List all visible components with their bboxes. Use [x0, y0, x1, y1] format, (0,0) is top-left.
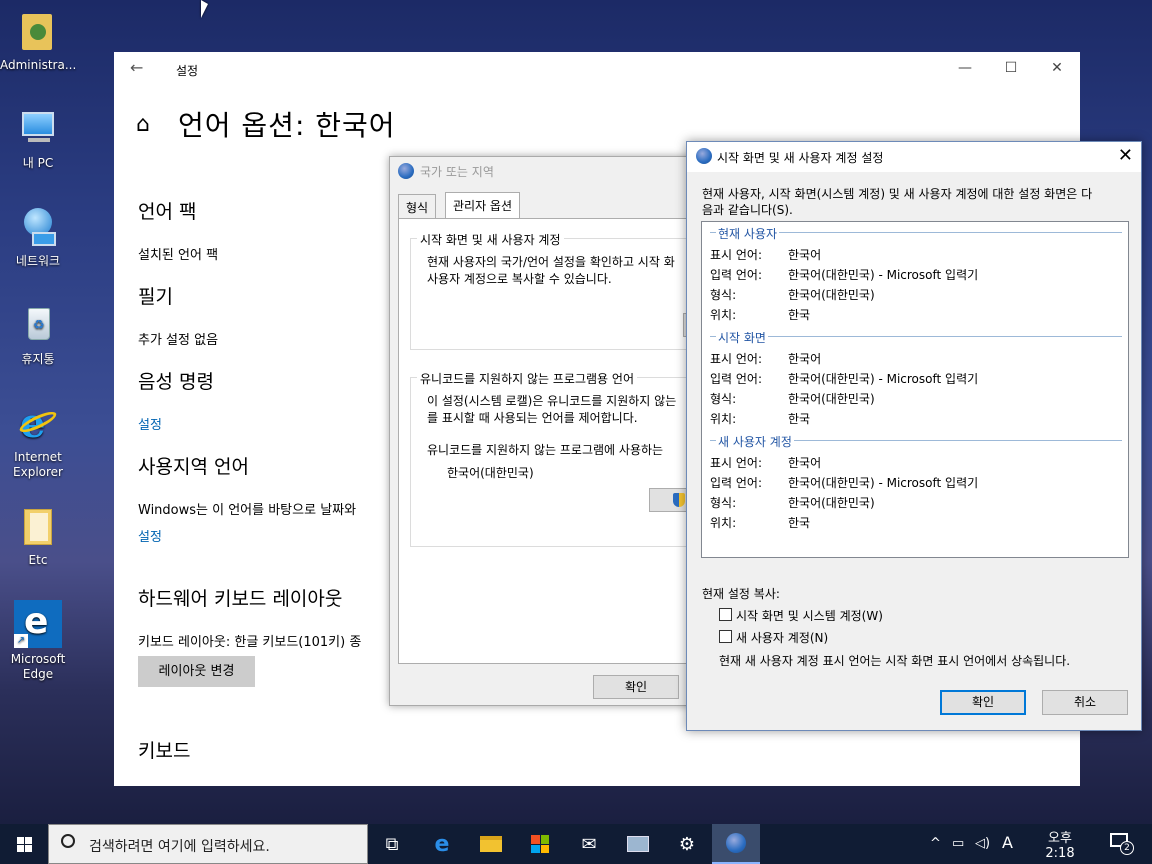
startup-group: 시작 화면 및 새 사용자 계정 현재 사용자의 국가/언어 설정을 확인하고 … [410, 231, 723, 350]
control-panel-icon[interactable] [614, 824, 662, 864]
clock-time: 오후 2:18 [1045, 831, 1075, 861]
section-welcome-screen: 시작 화면 [716, 329, 768, 346]
startup-dialog-title: 시작 화면 및 새 사용자 계정 설정 [717, 151, 884, 165]
welcome-screen-checkbox[interactable] [719, 608, 732, 621]
edge-taskbar-icon[interactable]: e [418, 824, 466, 864]
new-user-checkbox[interactable] [719, 630, 732, 643]
region-language-heading: 사용지역 언어 [138, 456, 249, 478]
change-layout-button[interactable]: 레이아웃 변경 [138, 656, 255, 687]
file-explorer-icon[interactable] [467, 824, 515, 864]
tab-format[interactable]: 형식 [398, 194, 437, 218]
close-icon[interactable]: ✕ [1034, 54, 1080, 82]
welcome-screen-checkbox-label: 시작 화면 및 시스템 계정(W) [736, 609, 883, 623]
section-new-user: 새 사용자 계정 [716, 433, 794, 450]
page-title: 언어 옵션: 한국어 [178, 109, 396, 142]
back-arrow-icon[interactable]: ← [130, 58, 143, 77]
close-icon[interactable]: ✕ [1118, 145, 1133, 166]
current-locale: 한국어(대한민국) [447, 466, 534, 480]
desktop-icon-administrator[interactable]: Administra... [0, 10, 76, 73]
handwriting-text: 추가 설정 없음 [138, 333, 219, 348]
computer-icon [16, 108, 60, 152]
task-view-icon[interactable]: ⧉ [368, 824, 416, 864]
description-line-2: 음과 같습니다(S). [702, 203, 793, 217]
edge-icon: e ↗ [14, 600, 62, 648]
user-folder-icon [16, 10, 60, 54]
settings-gear-icon[interactable]: ⚙ [663, 824, 711, 864]
chevron-up-icon[interactable]: ^ [930, 836, 941, 851]
region-dialog-title: 국가 또는 지역 [420, 165, 494, 179]
cancel-button[interactable]: 취소 [1042, 690, 1128, 715]
keyboard-heading: 키보드 [138, 740, 191, 762]
globe-icon [696, 148, 712, 164]
notification-count: 2 [1120, 841, 1134, 855]
region-language-text: Windows는 이 언어를 바탕으로 날짜와 [138, 503, 357, 518]
new-user-checkbox-label: 새 사용자 계정(N) [736, 631, 829, 645]
inherit-note: 현재 새 사용자 계정 표시 언어는 시작 화면 표시 언어에서 상속됩니다. [719, 654, 1071, 668]
taskbar: 검색하려면 여기에 입력하세요. ⧉ e ✉ ⚙ ^ ▭ ◁) A 오후 2:1… [0, 824, 1152, 864]
windows-logo-icon [16, 836, 32, 852]
recycle-bin-icon: ♻ [16, 304, 60, 348]
uac-shield-icon [673, 493, 685, 507]
language-pack-heading: 언어 팩 [138, 201, 197, 223]
desktop-icon-network[interactable]: 네트워크 [0, 206, 76, 269]
speech-settings-link[interactable]: 설정 [138, 414, 162, 433]
mouse-cursor [201, 0, 208, 18]
folder-icon [16, 505, 60, 549]
desktop-icon-my-pc[interactable]: 내 PC [0, 108, 76, 171]
description-line-1: 현재 사용자, 시작 화면(시스템 계정) 및 새 사용자 계정에 대한 설정 … [702, 187, 1093, 201]
desktop-icon-edge[interactable]: e ↗ Microsoft Edge [0, 600, 76, 682]
speech-heading: 음성 명령 [138, 371, 214, 393]
admin-options-pane: 시작 화면 및 새 사용자 계정 현재 사용자의 국가/언어 설정을 확인하고 … [398, 218, 723, 664]
notification-icon[interactable]: 2 [1110, 833, 1134, 855]
startup-settings-dialog: 시작 화면 및 새 사용자 계정 설정 ✕ 현재 사용자, 시작 화면(시스템 … [686, 141, 1142, 731]
copy-label: 현재 설정 복사: [702, 587, 780, 601]
internet-explorer-icon: e [16, 402, 60, 446]
minimize-icon[interactable]: — [942, 54, 988, 82]
search-box[interactable]: 검색하려면 여기에 입력하세요. [48, 824, 368, 864]
region-taskbar-icon[interactable] [712, 824, 760, 864]
start-button[interactable] [0, 824, 48, 864]
home-icon[interactable]: ⌂ [136, 112, 150, 137]
ok-button[interactable]: 확인 [940, 690, 1026, 715]
store-icon[interactable] [516, 824, 564, 864]
hardware-keyboard-heading: 하드웨어 키보드 레이아웃 [138, 588, 343, 610]
network-tray-icon[interactable]: ▭ [952, 836, 964, 851]
network-icon [16, 206, 60, 250]
desktop-icon-internet-explorer[interactable]: e Internet Explorer [0, 402, 76, 480]
search-icon [61, 834, 75, 848]
desktop-icon-etc[interactable]: Etc [0, 505, 76, 568]
tab-admin-options[interactable]: 관리자 옵션 [445, 192, 521, 219]
settings-summary-list: 현재 사용자 표시 언어: 한국어 입력 언어: 한국어(대한민국) - Mic… [701, 221, 1129, 558]
mail-icon[interactable]: ✉ [565, 824, 613, 864]
search-placeholder: 검색하려면 여기에 입력하세요. [89, 839, 270, 855]
region-dialog: 국가 또는 지역 형식 관리자 옵션 시작 화면 및 새 사용자 계정 현재 사… [389, 156, 723, 706]
clock[interactable]: 오후 2:18 2019-05-04 [1032, 827, 1088, 864]
maximize-icon[interactable]: ☐ [988, 54, 1034, 82]
window-title: 설정 [176, 64, 199, 78]
keyboard-layout-text: 키보드 레이아웃: 한글 키보드(101키) 종 [138, 635, 362, 650]
region-ok-button[interactable]: 확인 [593, 675, 679, 699]
region-settings-link[interactable]: 설정 [138, 526, 162, 545]
unicode-group: 유니코드를 지원하지 않는 프로그램용 언어 이 설정(시스템 로캘)은 유니코… [410, 370, 710, 547]
volume-icon[interactable]: ◁) [975, 836, 990, 851]
globe-icon [398, 163, 414, 179]
handwriting-heading: 필기 [138, 286, 173, 308]
desktop-icon-recycle-bin[interactable]: ♻ 휴지통 [0, 304, 76, 367]
section-current-user: 현재 사용자 [716, 225, 780, 242]
language-pack-text: 설치된 언어 팩 [138, 248, 219, 263]
ime-indicator[interactable]: A [1002, 833, 1013, 852]
